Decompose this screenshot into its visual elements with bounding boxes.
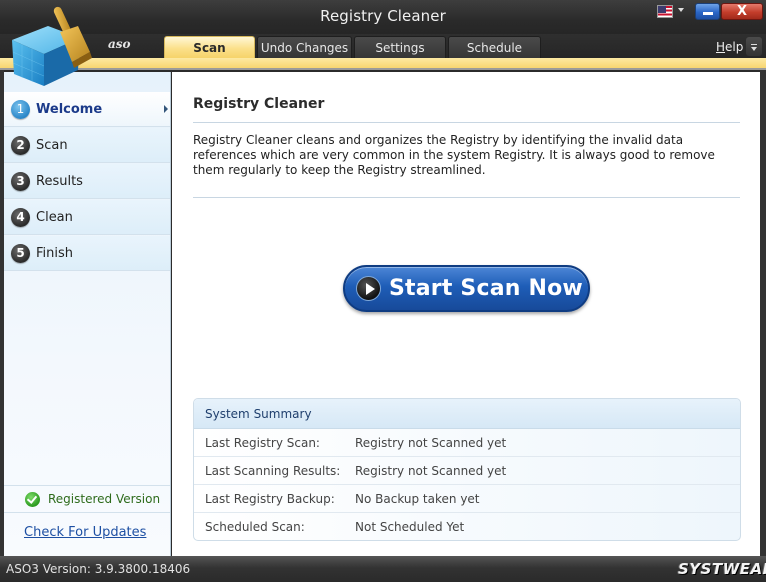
play-icon: [356, 276, 381, 301]
menu-dropdown-icon[interactable]: [746, 37, 762, 56]
registered-version-label: Registered Version: [48, 492, 161, 506]
main-content: Registry Cleaner Registry Cleaner cleans…: [172, 72, 760, 556]
summary-value: No Backup taken yet: [355, 492, 480, 506]
summary-row: Last Scanning Results: Registry not Scan…: [194, 457, 740, 485]
help-menu[interactable]: Help: [716, 40, 743, 54]
step-number-badge: 4: [11, 207, 30, 227]
summary-label: Last Scanning Results:: [205, 464, 341, 478]
check-for-updates-link[interactable]: Check For Updates: [24, 525, 146, 540]
version-label: ASO3 Version: 3.9.3800.18406: [6, 562, 191, 576]
tab-undo-changes[interactable]: Undo Changes: [257, 36, 352, 58]
summary-row: Scheduled Scan: Not Scheduled Yet: [194, 513, 740, 540]
flag-canton: [658, 6, 666, 13]
summary-label: Last Registry Backup:: [205, 492, 335, 506]
status-bar: ASO3 Version: 3.9.3800.18406 SYSTWEAK: [0, 556, 766, 582]
window-title: Registry Cleaner: [320, 7, 446, 25]
window-border-right: [760, 70, 766, 556]
tab-scan[interactable]: Scan: [164, 36, 255, 58]
tab-ribbon: [0, 58, 766, 70]
start-scan-now-button[interactable]: Start Scan Now: [343, 265, 590, 312]
description-text: Registry Cleaner cleans and organizes th…: [193, 133, 715, 177]
tab-schedule[interactable]: Schedule: [448, 36, 541, 58]
summary-row: Last Registry Scan: Registry not Scanned…: [194, 429, 740, 457]
tab-settings[interactable]: Settings: [354, 36, 446, 58]
step-number-badge: 3: [11, 171, 30, 191]
sidebar-step-results[interactable]: 3 Results: [4, 164, 170, 199]
step-number-badge: 1: [11, 99, 30, 119]
systweak-logo: SYSTWEAK: [678, 560, 766, 578]
title-bar: Registry Cleaner X: [0, 0, 766, 34]
help-label: elp: [725, 40, 744, 54]
registry-cleaner-logo-icon: [12, 6, 92, 86]
summary-value: Registry not Scanned yet: [355, 464, 507, 478]
summary-row: Last Registry Backup: No Backup taken ye…: [194, 485, 740, 513]
help-accel: H: [716, 40, 726, 54]
sidebar-step-finish[interactable]: 5 Finish: [4, 236, 170, 271]
summary-value: Not Scheduled Yet: [355, 520, 465, 534]
language-dropdown-caret-icon[interactable]: [678, 8, 684, 12]
start-scan-label: Start Scan Now: [389, 276, 583, 301]
step-number-badge: 5: [11, 243, 30, 263]
step-label: Scan: [36, 137, 68, 153]
wizard-sidebar: 1 Welcome 2 Scan 3 Results 4 Clean 5 Fin…: [4, 72, 171, 556]
tab-bar: aso Scan Undo Changes Settings Schedule …: [0, 34, 766, 58]
system-summary-title: System Summary: [194, 399, 740, 429]
check-circle-icon: [25, 491, 40, 507]
minimize-button[interactable]: [695, 3, 720, 20]
sidebar-step-welcome[interactable]: 1 Welcome: [4, 92, 170, 127]
us-flag-icon[interactable]: [657, 5, 673, 18]
step-label: Welcome: [36, 101, 103, 117]
step-label: Finish: [36, 245, 74, 261]
registered-version-status: Registered Version: [4, 485, 170, 513]
step-label: Results: [36, 173, 83, 189]
summary-label: Scheduled Scan:: [205, 520, 305, 534]
sidebar-step-scan[interactable]: 2 Scan: [4, 128, 170, 163]
description-divider: [193, 197, 740, 198]
page-title: Registry Cleaner: [193, 96, 325, 112]
close-button[interactable]: X: [721, 3, 763, 20]
summary-value: Registry not Scanned yet: [355, 436, 507, 450]
title-divider: [193, 122, 740, 123]
system-summary-panel: System Summary Last Registry Scan: Regis…: [193, 398, 741, 541]
aso-brand-label: aso: [108, 37, 131, 51]
step-label: Clean: [36, 209, 73, 225]
summary-label: Last Registry Scan:: [205, 436, 320, 450]
chevron-right-icon: [164, 105, 168, 113]
sidebar-step-clean[interactable]: 4 Clean: [4, 200, 170, 235]
step-number-badge: 2: [11, 135, 30, 155]
